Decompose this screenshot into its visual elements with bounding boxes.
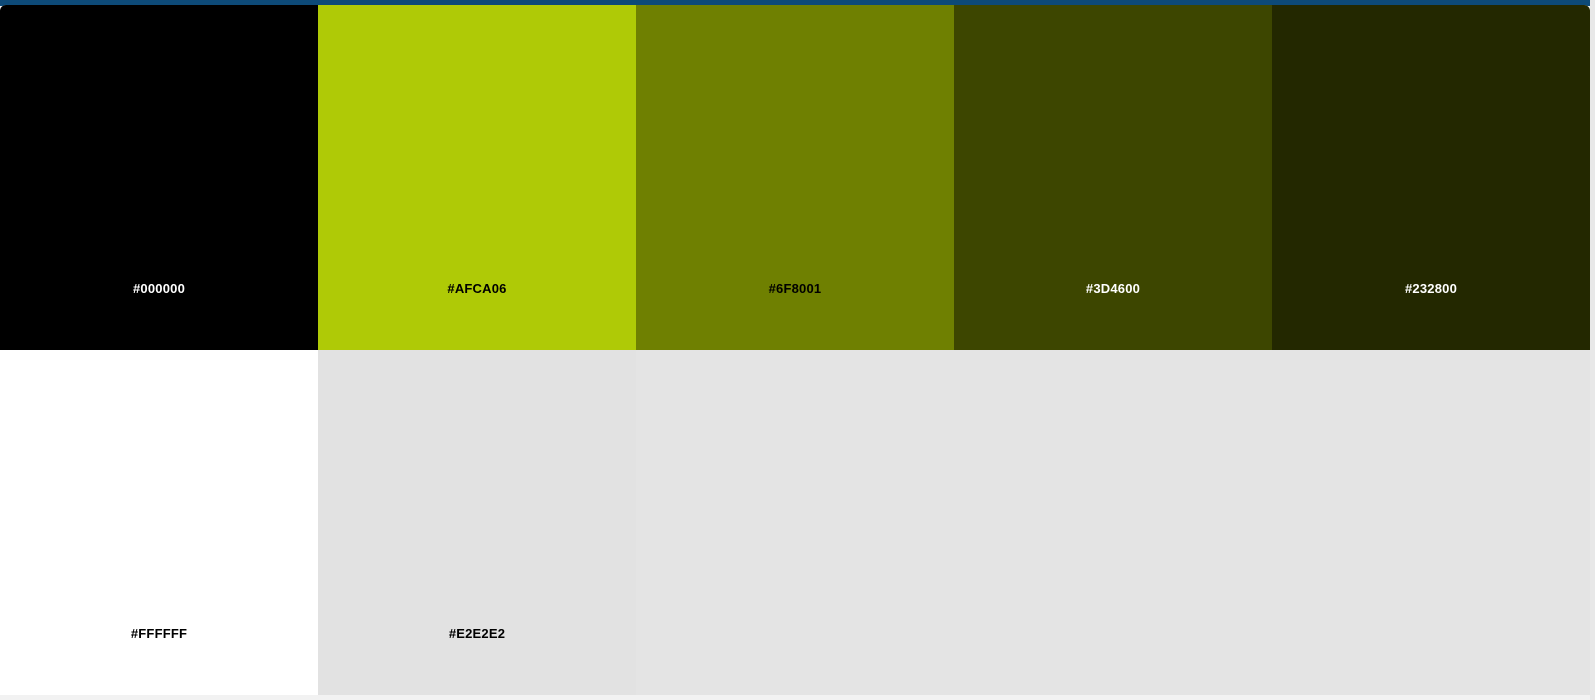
swatch-hex-label: #232800 [1404,281,1457,296]
swatch-hex-label: #3D4600 [1085,281,1141,296]
swatch-hex-label: #E2E2E2 [448,626,506,641]
swatch-6f8001[interactable]: #6F8001 [636,5,954,350]
palette-page: #000000 #AFCA06 #6F8001 #3D4600 #232800 … [0,0,1595,700]
swatch-hex-label: #AFCA06 [447,281,507,296]
swatch-ffffff[interactable]: #FFFFFF [0,350,318,695]
swatch-hex-label: #FFFFFF [130,626,188,641]
swatch-000000[interactable]: #000000 [0,5,318,350]
color-palette-grid: #000000 #AFCA06 #6F8001 #3D4600 #232800 … [0,5,1590,695]
swatch-hex-label: #000000 [132,281,185,296]
swatch-afca06[interactable]: #AFCA06 [318,5,636,350]
swatch-hex-label: #6F8001 [768,281,822,296]
swatch-e2e2e2[interactable]: #E2E2E2 [318,350,636,695]
window-right-edge [1590,0,1595,700]
swatch-232800[interactable]: #232800 [1272,5,1590,350]
swatch-3d4600[interactable]: #3D4600 [954,5,1272,350]
empty-palette-cell [1272,350,1590,695]
empty-palette-cell [636,350,954,695]
empty-palette-cell [954,350,1272,695]
